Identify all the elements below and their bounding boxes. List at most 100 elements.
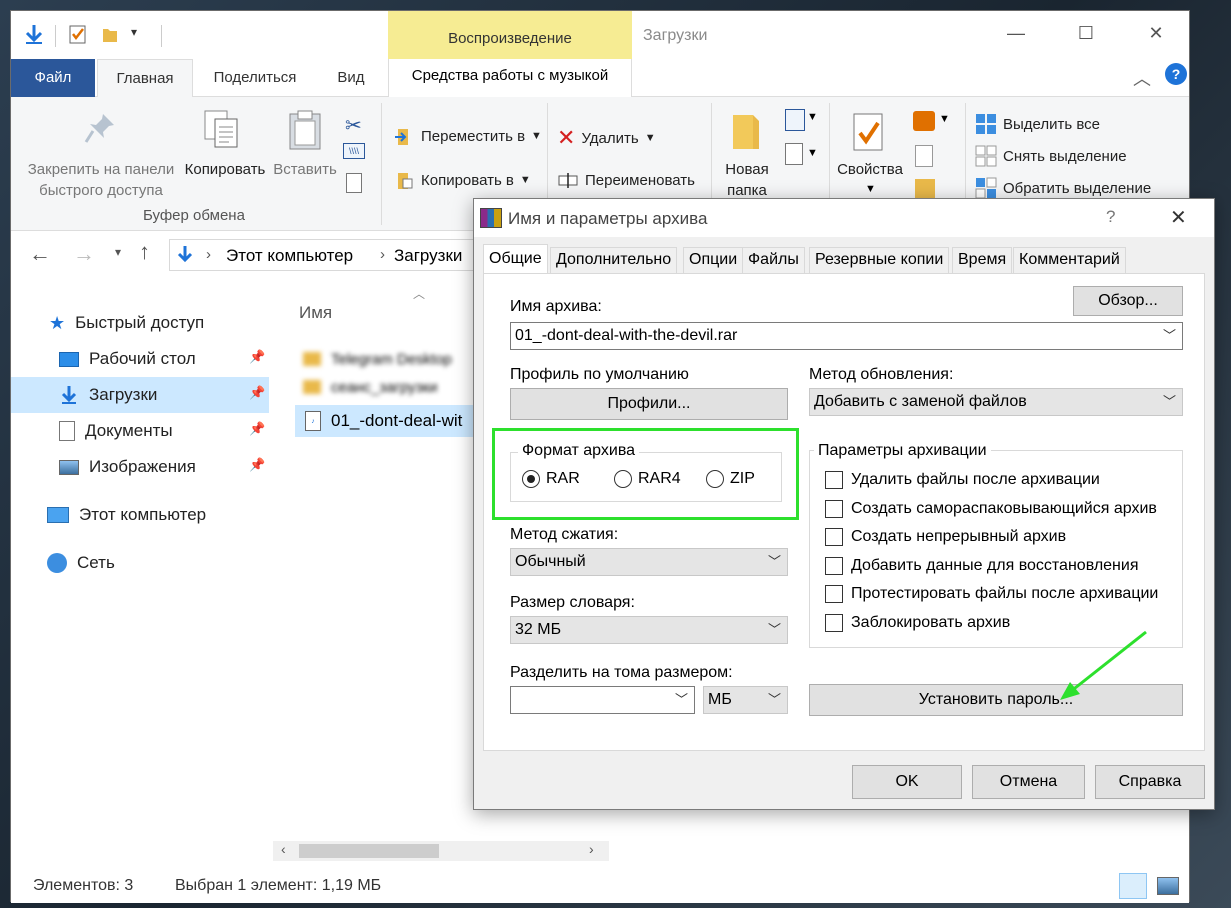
delete-button[interactable]: ✕ Удалить ▼ [557, 125, 656, 151]
breadcrumb-downloads[interactable]: Загрузки [394, 246, 462, 266]
open-icon[interactable] [913, 111, 935, 131]
select-all-label: Выделить все [1003, 115, 1101, 133]
radio-indicator [614, 470, 632, 488]
browse-button[interactable]: Обзор... [1073, 286, 1183, 316]
collapse-ribbon-icon[interactable]: ︿ [1133, 65, 1151, 91]
invert-selection-button[interactable]: Обратить выделение [975, 177, 1151, 199]
copy-to-button[interactable]: Копировать в ▼ [393, 169, 531, 191]
select-none-button[interactable]: Снять выделение [975, 145, 1127, 167]
tab-comment[interactable]: Комментарий [1013, 247, 1126, 273]
select-all-button[interactable]: Выделить все [975, 113, 1100, 135]
recent-chevron-down-icon[interactable]: ▾ [115, 245, 121, 259]
dialog-help-icon[interactable]: ? [1106, 207, 1115, 227]
new-folder-icon[interactable] [99, 23, 121, 45]
move-to-button[interactable]: Переместить в ▼ [393, 125, 542, 147]
column-header-name[interactable]: Имя [299, 303, 332, 323]
format-rar4-radio[interactable]: RAR4 [614, 470, 681, 488]
nav-desktop[interactable]: Рабочий стол [59, 341, 269, 377]
compression-value: Обычный [515, 553, 586, 570]
archive-name-combo[interactable]: 01_-dont-deal-with-the-devil.rar ﹀ [510, 322, 1183, 350]
breadcrumb-this-pc[interactable]: Этот компьютер [226, 246, 353, 266]
checkbox-indicator [825, 585, 843, 603]
option-solid[interactable]: Создать непрерывный архив [825, 523, 1066, 551]
nav-label: Документы [85, 421, 173, 440]
cancel-button[interactable]: Отмена [972, 765, 1085, 799]
chevron-down-icon[interactable]: ▼ [939, 113, 950, 125]
split-unit-select[interactable]: МБ ﹀ [703, 686, 788, 714]
tab-file[interactable]: Файл [11, 59, 95, 97]
format-zip-radio[interactable]: ZIP [706, 470, 755, 488]
option-sfx[interactable]: Создать самораспаковывающийся архив [825, 495, 1157, 523]
tab-files[interactable]: Файлы [742, 247, 805, 273]
profiles-button[interactable]: Профили... [510, 388, 788, 420]
compression-method-select[interactable]: Обычный ﹀ [510, 548, 788, 576]
up-arrow-icon[interactable]: ↑ [139, 239, 150, 265]
checkbox-indicator [825, 528, 843, 546]
help-button[interactable]: Справка [1095, 765, 1205, 799]
nav-this-pc[interactable]: Этот компьютер [47, 497, 267, 533]
chevron-down-icon: ﹀ [1162, 394, 1176, 409]
horizontal-scrollbar[interactable]: ‹ › [273, 841, 609, 861]
option-label: Добавить данные для восстановления [851, 557, 1139, 574]
scroll-thumb[interactable] [299, 844, 439, 858]
update-method-select[interactable]: Добавить с заменой файлов ﹀ [809, 388, 1183, 416]
dictionary-size-select[interactable]: 32 МБ ﹀ [510, 616, 788, 644]
nav-pictures[interactable]: Изображения [59, 449, 269, 485]
new-folder-button[interactable]: Новая папка [717, 101, 777, 201]
format-rar-radio[interactable]: RAR [522, 470, 580, 488]
option-recovery[interactable]: Добавить данные для восстановления [825, 552, 1139, 580]
nav-network[interactable]: Сеть [47, 545, 267, 581]
properties-check-icon[interactable] [67, 23, 89, 45]
address-bar[interactable]: › Этот компьютер › Загрузки [169, 239, 489, 271]
large-icons-view-icon[interactable] [1157, 877, 1179, 895]
help-icon[interactable]: ? [1165, 63, 1187, 85]
chevron-down-icon[interactable]: ▼ [807, 147, 818, 159]
context-tab-playback[interactable]: Воспроизведение [388, 11, 632, 59]
tab-options[interactable]: Опции [683, 247, 744, 273]
nav-documents[interactable]: Документы [59, 413, 269, 449]
rename-button[interactable]: Переименовать [557, 169, 695, 191]
easy-access-icon[interactable] [785, 143, 803, 165]
history-icon[interactable] [915, 179, 935, 199]
maximize-button[interactable]: ☐ [1063, 11, 1109, 57]
edit-icon[interactable] [915, 145, 933, 167]
back-arrow-icon[interactable]: ← [29, 241, 51, 267]
minimize-button[interactable]: — [993, 11, 1039, 57]
tab-backup[interactable]: Резервные копии [809, 247, 950, 273]
option-test[interactable]: Протестировать файлы после архивации [825, 580, 1158, 608]
cut-icon[interactable]: ✂ [345, 113, 362, 138]
tab-music-tools[interactable]: Средства работы с музыкой [388, 59, 632, 97]
split-size-combo[interactable]: ﹀ [510, 686, 695, 714]
file-name: Telegram Desktop [331, 350, 452, 368]
copy-label: Копировать [184, 161, 266, 178]
paste-button[interactable]: Вставить [269, 101, 341, 181]
invert-selection-label: Обратить выделение [1003, 179, 1152, 197]
paste-shortcut-icon[interactable] [346, 173, 362, 193]
qat-dropdown-icon[interactable]: ▾ [131, 25, 137, 39]
scroll-right-icon[interactable]: › [589, 841, 594, 857]
new-item-icon[interactable] [785, 109, 805, 131]
tab-view[interactable]: Вид [329, 59, 373, 97]
dialog-close-icon[interactable]: ✕ [1170, 205, 1187, 230]
ok-button[interactable]: OK [852, 765, 962, 799]
forward-arrow-icon[interactable]: → [73, 241, 95, 267]
nav-downloads[interactable]: Загрузки [11, 377, 269, 413]
pin-quick-access-button[interactable]: Закрепить на панели быстрого доступа [21, 101, 177, 201]
tab-time[interactable]: Время [952, 247, 1013, 273]
copy-button[interactable]: Копировать [183, 101, 267, 181]
tab-share[interactable]: Поделиться [203, 59, 307, 97]
option-lock[interactable]: Заблокировать архив [825, 609, 1010, 637]
properties-button[interactable]: Свойства ▼ [833, 101, 907, 205]
close-button[interactable]: ✕ [1133, 11, 1179, 57]
tab-general[interactable]: Общие [483, 244, 548, 274]
copy-path-icon[interactable]: \\\\ [343, 143, 365, 159]
tab-home[interactable]: Главная [97, 59, 193, 97]
download-arrow-icon[interactable] [23, 23, 45, 45]
option-delete-files[interactable]: Удалить файлы после архивации [825, 466, 1100, 494]
tab-advanced[interactable]: Дополнительно [550, 247, 678, 273]
details-view-icon[interactable] [1119, 873, 1147, 899]
scroll-left-icon[interactable]: ‹ [281, 841, 286, 857]
nav-quick-access[interactable]: ★ Быстрый доступ [49, 305, 269, 341]
chevron-down-icon: ﹀ [1162, 328, 1176, 343]
chevron-down-icon[interactable]: ▼ [807, 111, 818, 123]
